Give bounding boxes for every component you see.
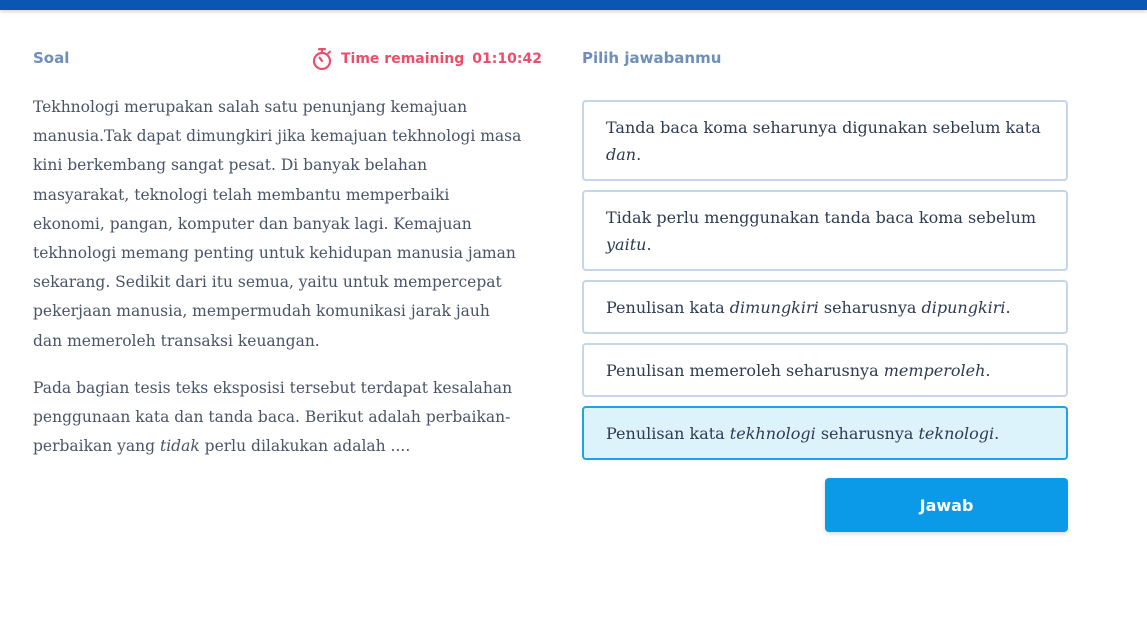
answer-option-4[interactable]: Penulisan memeroleh seharusnya memperole… <box>582 343 1068 397</box>
answer-option-5[interactable]: Penulisan kata tekhnologi seharusnya tek… <box>582 406 1068 460</box>
submit-answer-button[interactable]: Jawab <box>825 478 1068 532</box>
answer-option-2[interactable]: Tidak perlu menggunakan tanda baca koma … <box>582 190 1068 271</box>
question-text: Tekhnologi merupakan salah satu penunjan… <box>33 93 523 479</box>
answer-option-text: Tidak perlu menggunakan tanda baca koma … <box>606 207 1037 254</box>
question-paragraph-1: Tekhnologi merupakan salah satu penunjan… <box>33 98 522 350</box>
timer-value: 01:10:42 <box>472 51 542 67</box>
answer-option-3[interactable]: Penulisan kata dimungkiri seharusnya dip… <box>582 280 1068 334</box>
top-bar <box>0 0 1147 10</box>
question-section-label: Soal <box>33 49 70 67</box>
timer: Time remaining 01:10:42 <box>311 47 542 71</box>
answer-option-text: Penulisan kata dimungkiri seharusnya dip… <box>606 297 1011 317</box>
timer-label: Time remaining <box>341 51 465 67</box>
answer-option-1[interactable]: Tanda baca koma seharunya digunakan sebe… <box>582 100 1068 181</box>
answer-option-text: Tanda baca koma seharunya digunakan sebe… <box>606 117 1041 164</box>
question-paragraph-2: Pada bagian tesis teks eksposisi tersebu… <box>33 378 513 456</box>
answer-section-label: Pilih jawabanmu <box>582 49 722 67</box>
answer-option-text: Penulisan kata tekhnologi seharusnya tek… <box>606 423 1000 443</box>
answer-option-text: Penulisan memeroleh seharusnya memperole… <box>606 360 991 380</box>
stopwatch-icon <box>311 47 333 71</box>
